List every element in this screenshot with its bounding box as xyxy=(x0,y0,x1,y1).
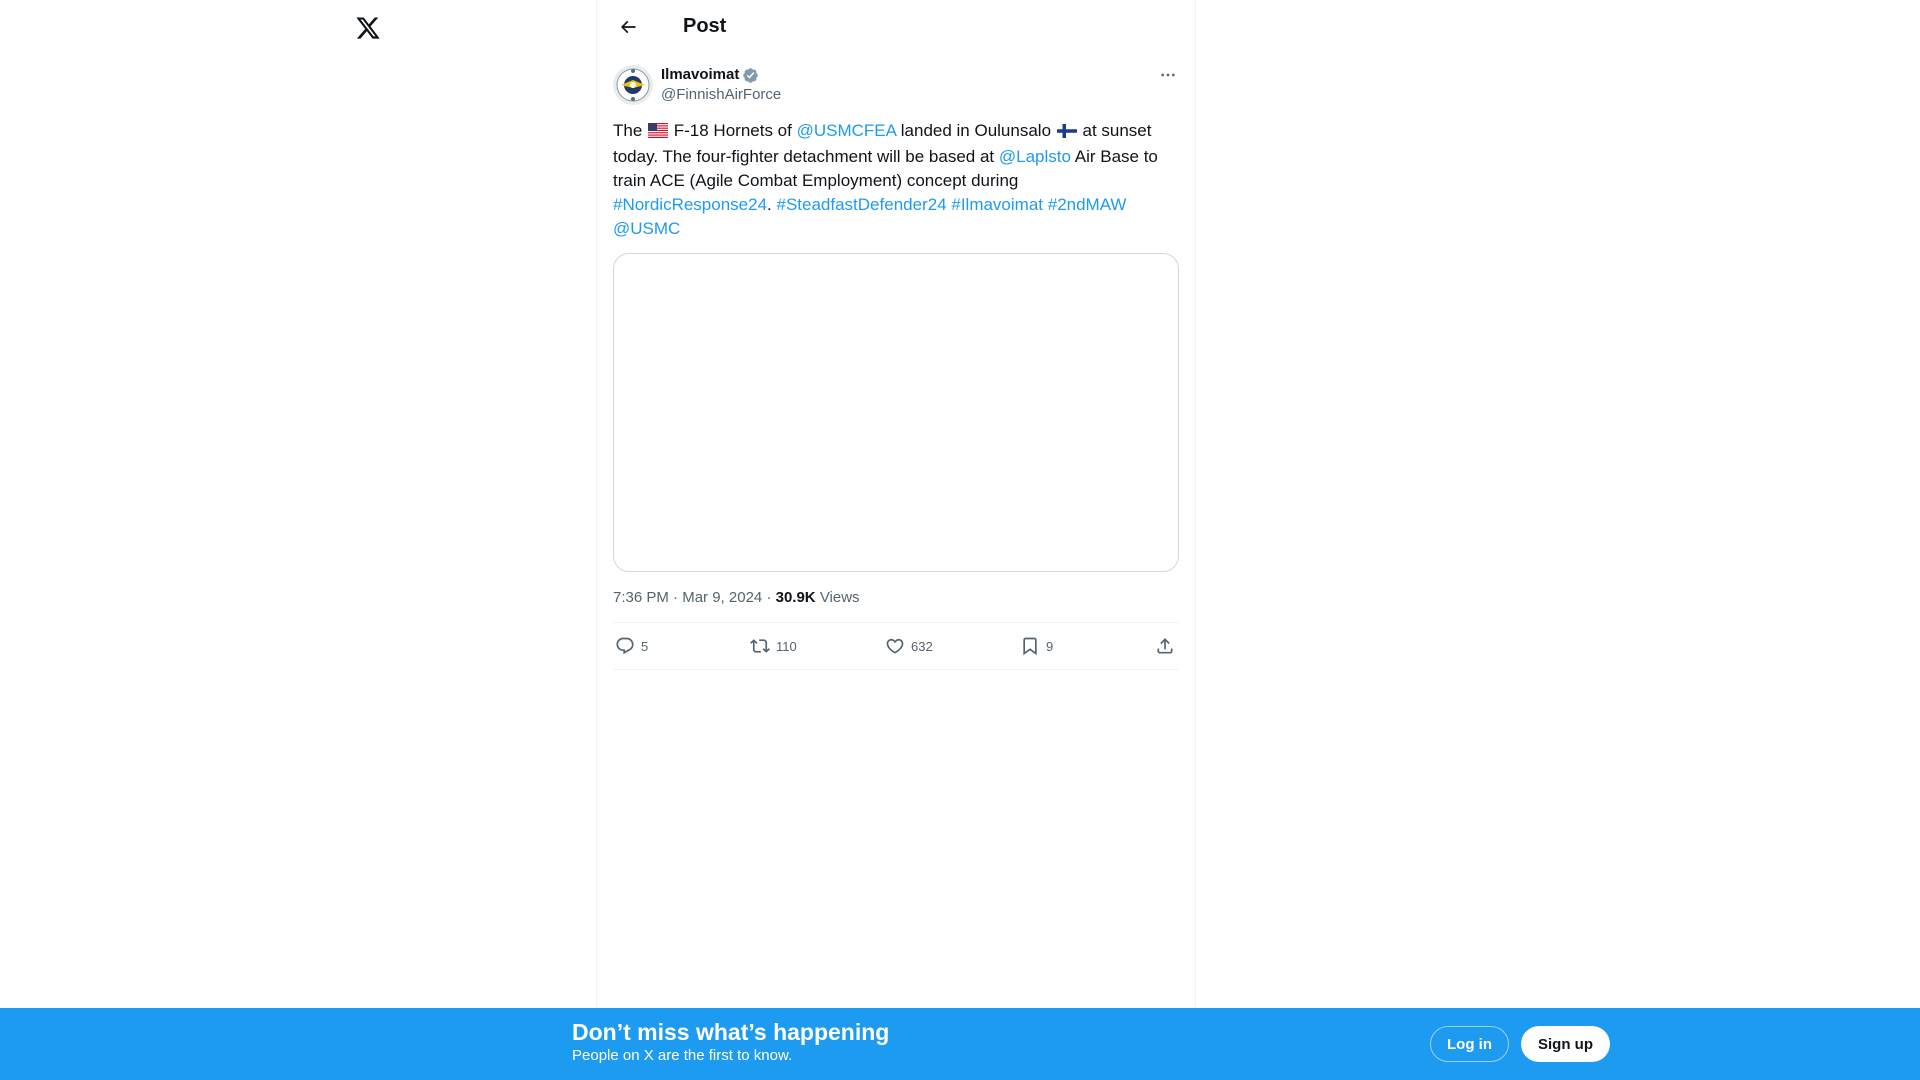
bookmark-button[interactable]: 9 xyxy=(1020,636,1155,656)
views-label: Views xyxy=(819,589,860,606)
share-icon xyxy=(1157,638,1173,654)
bookmark-count: 9 xyxy=(1046,638,1054,654)
login-button[interactable]: Log in xyxy=(1430,1026,1509,1062)
author-handle[interactable]: @FinnishAirForce xyxy=(661,85,1151,105)
post-text-segment: landed in Oulunsalo xyxy=(896,121,1056,140)
banner-subtitle: People on X are the first to know. xyxy=(572,1047,793,1064)
post-date[interactable]: Mar 9, 2024 xyxy=(682,589,762,606)
bookmark-icon xyxy=(1023,637,1037,656)
more-options-button[interactable] xyxy=(1151,58,1185,92)
repost-count: 110 xyxy=(776,638,797,654)
display-name-line: Ilmavoimat xyxy=(661,65,1151,85)
meta-separator: · xyxy=(766,589,776,606)
us-flag-icon xyxy=(648,121,669,145)
hashtag-2ndmaw-link[interactable]: #2ndMAW xyxy=(1048,195,1127,214)
verified-badge-icon xyxy=(743,67,759,83)
post-media[interactable] xyxy=(613,253,1179,572)
like-count: 632 xyxy=(911,638,933,654)
repost-icon xyxy=(750,639,770,653)
like-button[interactable]: 632 xyxy=(885,636,1020,656)
reply-count: 5 xyxy=(641,638,649,654)
post-text-segment: F-18 Hornets of xyxy=(669,121,797,140)
x-logo-icon[interactable] xyxy=(352,12,384,44)
meta-separator: · xyxy=(673,589,683,606)
post: Ilmavoimat @FinnishAirForce The F-18 Hor… xyxy=(597,53,1195,670)
banner-buttons: Log in Sign up xyxy=(1430,1026,1610,1062)
hashtag-nordicresponse24-link[interactable]: #NordicResponse24 xyxy=(613,195,767,214)
finland-flag-icon xyxy=(1056,121,1077,145)
hashtag-ilmavoimat-link[interactable]: #Ilmavoimat xyxy=(951,195,1043,214)
banner-title: Don’t miss what’s happening xyxy=(572,1019,890,1045)
post-time[interactable]: 7:36 PM xyxy=(613,589,669,606)
primary-column: Post Ilmavoimat @FinnishAirForce The F-1… xyxy=(596,0,1196,1080)
back-button[interactable] xyxy=(611,10,645,44)
reply-button[interactable]: 5 xyxy=(615,636,750,656)
reply-icon xyxy=(616,637,634,655)
signup-button[interactable]: Sign up xyxy=(1521,1026,1610,1062)
post-text: The F-18 Hornets of @USMCFEA landed in O… xyxy=(613,119,1179,241)
page-header: Post xyxy=(597,0,1195,53)
hashtag-steadfastdefender24-link[interactable]: #SteadfastDefender24 xyxy=(777,195,947,214)
display-name[interactable]: Ilmavoimat xyxy=(661,65,739,85)
views-count: 30.9K xyxy=(775,589,816,606)
post-text-segment: The xyxy=(613,121,648,140)
more-horizontal-icon xyxy=(1161,73,1175,77)
mention-usmc-link[interactable]: @USMC xyxy=(613,219,680,238)
post-metadata: 7:36 PM · Mar 9, 2024 · 30.9K Views xyxy=(613,588,1179,608)
banner-text: Don’t miss what’s happening People on X … xyxy=(572,1018,889,1066)
heart-icon xyxy=(886,638,904,654)
mention-usmcfea-link[interactable]: @USMCFEA xyxy=(797,121,896,140)
share-button[interactable] xyxy=(1155,636,1175,656)
arrow-left-icon xyxy=(620,20,636,33)
signup-banner: Don’t miss what’s happening People on X … xyxy=(0,1008,1920,1080)
page-title: Post xyxy=(683,15,727,37)
mention-laplsto-link[interactable]: @Laplsto xyxy=(999,147,1071,166)
repost-button[interactable]: 110 xyxy=(750,636,885,656)
author-names: Ilmavoimat @FinnishAirForce xyxy=(661,65,1151,105)
avatar[interactable] xyxy=(613,65,653,105)
post-text-segment: . xyxy=(767,195,777,214)
post-author-row: Ilmavoimat @FinnishAirForce xyxy=(613,63,1179,107)
post-actions-bar: 5 110 632 9 xyxy=(613,622,1179,670)
